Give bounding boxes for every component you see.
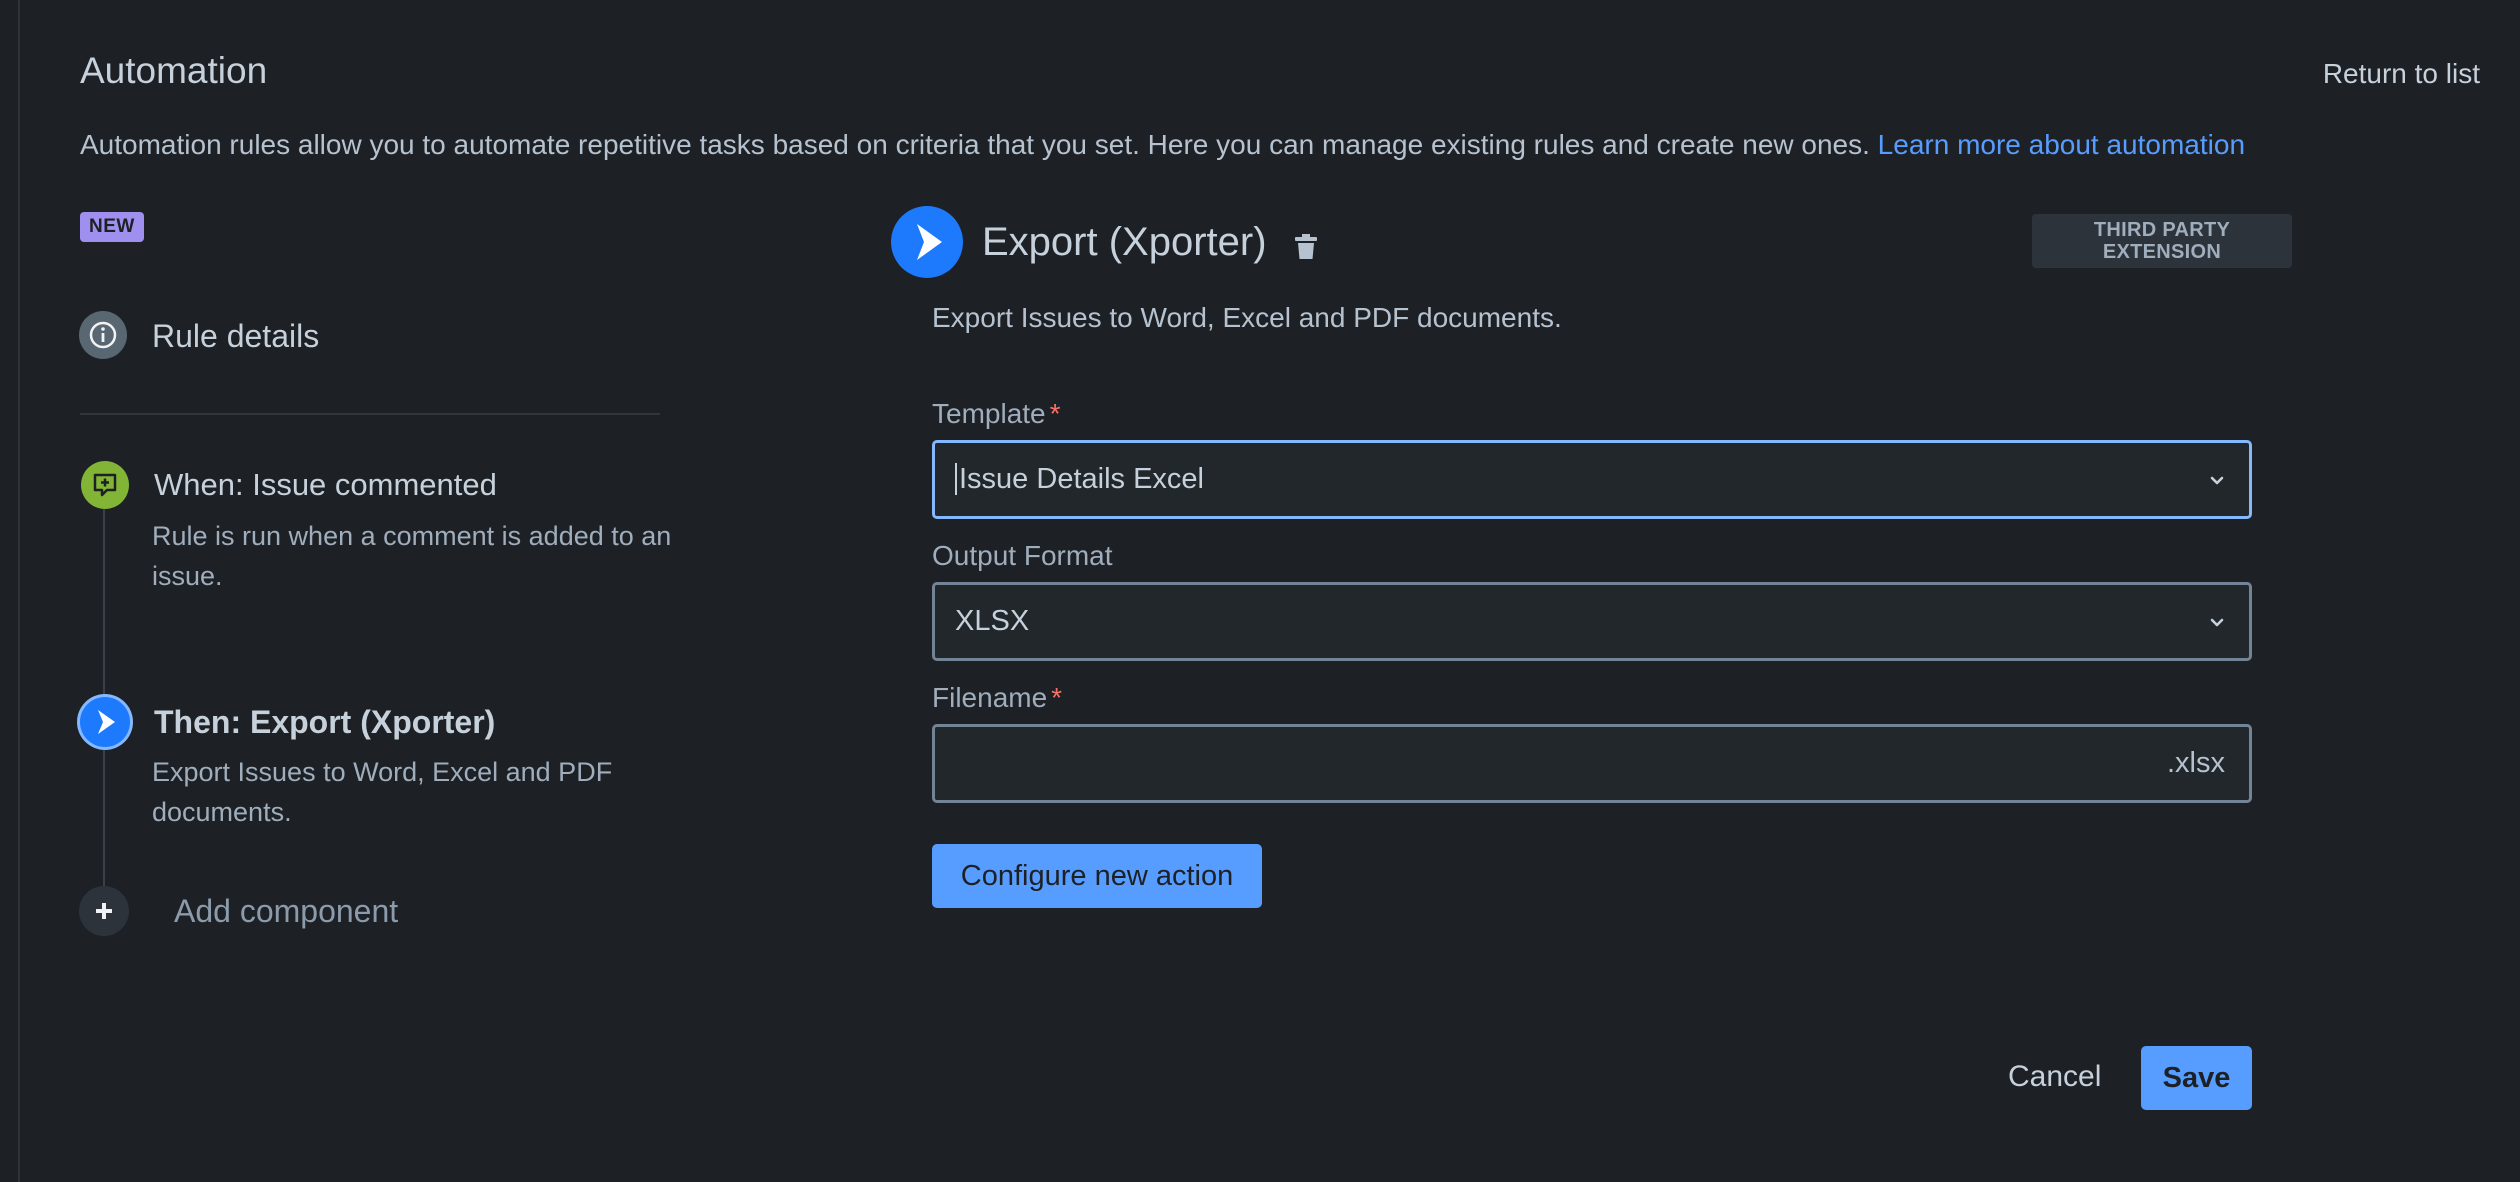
third-party-extension-badge: THIRD PARTY EXTENSION — [2032, 214, 2292, 268]
xporter-icon[interactable] — [80, 697, 130, 747]
intro-description: Automation rules allow you to automate r… — [80, 129, 1870, 160]
action-title: Export (Xporter) — [982, 220, 1267, 264]
plus-icon[interactable] — [79, 886, 129, 936]
learn-more-link[interactable]: Learn more about automation — [1878, 129, 2245, 160]
template-value-text: Issue Details Excel — [955, 463, 1204, 495]
required-marker: * — [1051, 682, 1063, 713]
configure-new-action-button[interactable]: Configure new action — [932, 844, 1262, 908]
template-label-text: Template — [932, 398, 1046, 429]
xporter-logo-icon — [891, 206, 963, 278]
info-icon[interactable] — [79, 311, 127, 359]
cancel-button[interactable]: Cancel — [2008, 1060, 2101, 1094]
output-format-select[interactable]: XLSX — [932, 582, 2252, 661]
automation-page: Automation Return to list Automation rul… — [0, 0, 2520, 1182]
save-button[interactable]: Save — [2141, 1046, 2252, 1110]
required-marker: * — [1049, 398, 1061, 429]
trigger-step-title[interactable]: When: Issue commented — [154, 467, 497, 503]
left-edge-divider — [18, 0, 20, 1182]
filename-suffix: .xlsx — [2167, 747, 2225, 779]
new-badge: NEW — [80, 212, 144, 242]
template-select[interactable]: Issue Details Excel — [932, 440, 2252, 519]
sidebar-divider — [80, 413, 660, 415]
filename-input[interactable]: .xlsx — [932, 724, 2252, 803]
filename-label-text: Filename — [932, 682, 1048, 713]
trash-icon[interactable] — [1292, 232, 1320, 262]
filename-label: Filename * — [932, 682, 1062, 714]
intro-text: Automation rules allow you to automate r… — [80, 129, 2245, 161]
add-component-button[interactable]: Add component — [174, 893, 398, 930]
return-to-list-link[interactable]: Return to list — [2323, 58, 2480, 90]
rule-details-link[interactable]: Rule details — [152, 318, 319, 355]
output-format-label: Output Format — [932, 540, 1113, 572]
chevron-down-icon — [2210, 476, 2224, 484]
action-step-title[interactable]: Then: Export (Xporter) — [154, 704, 495, 741]
comment-icon[interactable] — [81, 461, 129, 509]
flow-connector — [103, 747, 105, 886]
chevron-down-icon — [2210, 618, 2224, 626]
page-title: Automation — [80, 50, 268, 91]
filename-field[interactable] — [959, 727, 2167, 800]
template-select-value: Issue Details Excel — [955, 463, 2205, 496]
output-format-label-text: Output Format — [932, 540, 1113, 571]
trigger-step-description: Rule is run when a comment is added to a… — [152, 521, 672, 591]
output-format-value: XLSX — [955, 605, 1030, 637]
flow-connector — [103, 509, 105, 697]
template-label: Template * — [932, 398, 1061, 430]
action-description: Export Issues to Word, Excel and PDF doc… — [932, 302, 1562, 333]
action-step-description: Export Issues to Word, Excel and PDF doc… — [152, 757, 613, 827]
